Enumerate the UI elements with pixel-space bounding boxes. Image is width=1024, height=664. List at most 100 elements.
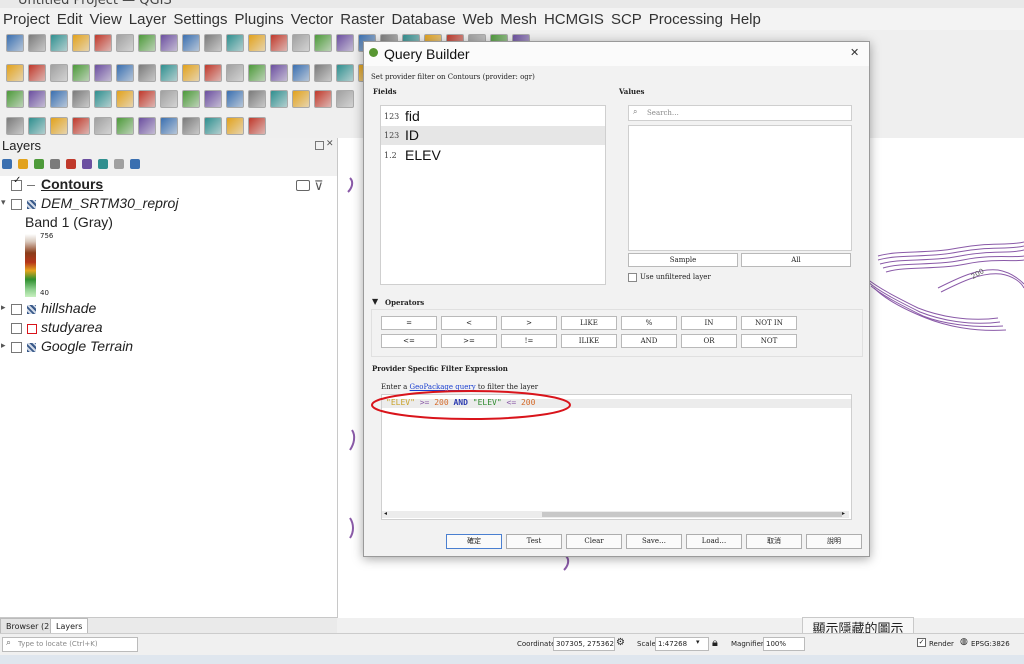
scale-combo[interactable]: 1:47268: [655, 637, 709, 651]
plugin-icon[interactable]: [226, 64, 244, 82]
fields-list[interactable]: 123 fid 123 ID 1.2 ELEV: [380, 105, 606, 285]
layer-panel-tool-icon[interactable]: [18, 159, 28, 169]
edit-tool-icon[interactable]: [28, 64, 46, 82]
select-tool-icon[interactable]: [292, 90, 310, 108]
layer-tool-icon[interactable]: [116, 90, 134, 108]
layer-panel-tool-icon[interactable]: [2, 159, 12, 169]
scroll-left-icon[interactable]: ◂: [384, 510, 387, 517]
operator-button[interactable]: =: [381, 316, 437, 330]
map-tool-icon[interactable]: [248, 64, 266, 82]
edit-tool-icon[interactable]: [292, 64, 310, 82]
expand-arrow-icon[interactable]: ▾: [1, 197, 6, 208]
measure-tool-icon[interactable]: [204, 64, 222, 82]
menu-mesh[interactable]: Mesh: [500, 11, 537, 28]
field-item-elev[interactable]: 1.2 ELEV: [381, 146, 605, 165]
cancel-button[interactable]: 取消: [746, 534, 802, 549]
menu-scp[interactable]: SCP: [611, 11, 642, 28]
operator-button[interactable]: IN: [681, 316, 737, 330]
measure-tool-icon[interactable]: [50, 90, 68, 108]
layer-tool-icon[interactable]: [292, 34, 310, 52]
layer-checkbox[interactable]: [11, 199, 22, 210]
layer-tool-icon[interactable]: [28, 34, 46, 52]
layer-item-studyarea[interactable]: studyarea: [0, 319, 330, 338]
measure-tool-icon[interactable]: [182, 90, 200, 108]
measure-tool-icon[interactable]: [72, 64, 90, 82]
layer-panel-tool-icon[interactable]: [82, 159, 92, 169]
menu-processing[interactable]: Processing: [649, 11, 723, 28]
edit-tool-icon[interactable]: [182, 34, 200, 52]
map-tool-icon[interactable]: [6, 34, 24, 52]
operator-button[interactable]: <: [441, 316, 497, 330]
layer-tool-icon[interactable]: [6, 64, 24, 82]
menu-web[interactable]: Web: [463, 11, 494, 28]
close-icon[interactable]: ✕: [850, 46, 859, 59]
operator-button[interactable]: LIKE: [561, 316, 617, 330]
select-tool-icon[interactable]: [50, 64, 68, 82]
map-tool-icon[interactable]: [94, 90, 112, 108]
select-tool-icon[interactable]: [204, 34, 222, 52]
operator-button[interactable]: <=: [381, 334, 437, 348]
filter-icon[interactable]: ⊽: [314, 178, 324, 194]
layer-notes-icon[interactable]: [296, 180, 310, 191]
plugin-icon[interactable]: [182, 117, 200, 135]
layer-item-google-terrain[interactable]: ▸ Google Terrain: [0, 338, 330, 357]
operator-button[interactable]: >: [501, 316, 557, 330]
close-panel-icon[interactable]: ✕: [326, 139, 334, 149]
menu-edit[interactable]: Edit: [57, 11, 83, 28]
map-tool-icon[interactable]: [116, 64, 134, 82]
locator-search-box[interactable]: ⌕ Type to locate (Ctrl+K): [2, 637, 138, 652]
unfiltered-checkbox[interactable]: [628, 273, 637, 282]
horizontal-scrollbar[interactable]: ◂ ▸: [382, 510, 849, 518]
render-checkbox[interactable]: ✓: [917, 638, 926, 647]
operator-button[interactable]: NOT IN: [741, 316, 797, 330]
operator-button[interactable]: AND: [621, 334, 677, 348]
field-item-id[interactable]: 123 ID: [381, 126, 605, 145]
clear-button[interactable]: Clear: [566, 534, 622, 549]
plugin-icon[interactable]: [94, 64, 112, 82]
layer-tool-icon[interactable]: [138, 64, 156, 82]
menu-raster[interactable]: Raster: [340, 11, 384, 28]
menu-project[interactable]: Project: [3, 11, 50, 28]
scrollbar-thumb[interactable]: [542, 512, 842, 517]
operator-button[interactable]: %: [621, 316, 677, 330]
layer-checkbox[interactable]: [11, 323, 22, 334]
layer-checkbox[interactable]: [11, 304, 22, 315]
edit-tool-icon[interactable]: [50, 34, 68, 52]
sample-button[interactable]: Sample: [628, 253, 738, 267]
layer-item-hillshade[interactable]: ▸ hillshade: [0, 300, 330, 319]
select-tool-icon[interactable]: [314, 64, 332, 82]
select-tool-icon[interactable]: [138, 117, 156, 135]
test-button[interactable]: Test: [506, 534, 562, 549]
float-panel-icon[interactable]: [315, 141, 324, 150]
layer-panel-tool-icon[interactable]: [50, 159, 60, 169]
map-tool-icon[interactable]: [226, 90, 244, 108]
coordinate-field[interactable]: 307305, 2753622: [553, 637, 615, 651]
edit-tool-icon[interactable]: [116, 117, 134, 135]
operator-button[interactable]: OR: [681, 334, 737, 348]
edit-tool-icon[interactable]: [138, 90, 156, 108]
field-item-fid[interactable]: 123 fid: [381, 107, 605, 126]
collapse-arrow-icon[interactable]: ▼: [372, 297, 378, 306]
values-list[interactable]: [628, 125, 852, 251]
layer-panel-tool-icon[interactable]: [114, 159, 124, 169]
layer-tool-icon[interactable]: [248, 90, 266, 108]
expand-arrow-icon[interactable]: ▸: [1, 302, 6, 313]
expand-arrow-icon[interactable]: ▸: [1, 340, 6, 351]
select-tool-icon[interactable]: [28, 90, 46, 108]
layer-item-dem[interactable]: ▾ DEM_SRTM30_reproj: [0, 195, 330, 214]
edit-tool-icon[interactable]: [248, 117, 266, 135]
menu-plugins[interactable]: Plugins: [235, 11, 284, 28]
measure-tool-icon[interactable]: [160, 117, 178, 135]
layer-tool-icon[interactable]: [160, 34, 178, 52]
layer-item-contours[interactable]: ✓ Contours ⊽: [0, 175, 330, 195]
load-button[interactable]: Load…: [686, 534, 742, 549]
menu-help[interactable]: Help: [730, 11, 761, 28]
edit-tool-icon[interactable]: [270, 90, 288, 108]
scroll-right-icon[interactable]: ▸: [842, 510, 845, 517]
save-button[interactable]: Save…: [626, 534, 682, 549]
edit-tool-icon[interactable]: [160, 64, 178, 82]
lock-scale-icon[interactable]: 🔒︎: [712, 636, 718, 650]
menu-hcmgis[interactable]: HCMGIS: [544, 11, 604, 28]
select-tool-icon[interactable]: [160, 90, 178, 108]
layer-tool-icon[interactable]: [270, 64, 288, 82]
